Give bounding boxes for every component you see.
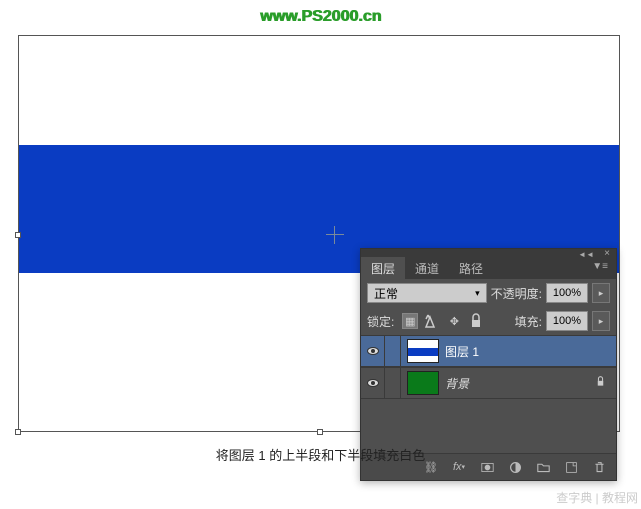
lock-all-icon[interactable] bbox=[468, 313, 484, 329]
layer-thumbnail-1[interactable] bbox=[407, 339, 439, 363]
tab-paths[interactable]: 路径 bbox=[449, 257, 493, 279]
eye-icon bbox=[367, 379, 379, 387]
link-col-bg bbox=[385, 368, 401, 398]
opacity-slider-button[interactable]: ▸ bbox=[592, 283, 610, 303]
tab-layers[interactable]: 图层 bbox=[361, 257, 405, 279]
collapse-icon[interactable]: ◄◄ bbox=[578, 250, 594, 259]
lock-icon bbox=[595, 376, 606, 390]
visibility-toggle-bg[interactable] bbox=[361, 368, 385, 398]
layer-row-background[interactable]: 背景 bbox=[361, 367, 616, 399]
selection-handle-left[interactable] bbox=[15, 232, 21, 238]
panel-titlebar[interactable]: ◄◄ × bbox=[361, 249, 616, 257]
close-icon[interactable]: × bbox=[604, 248, 610, 259]
layer-row-1[interactable]: 图层 1 bbox=[361, 335, 616, 367]
blend-mode-value: 正常 bbox=[374, 285, 398, 302]
eye-icon bbox=[367, 347, 379, 355]
header-url: www.PS2000.cn bbox=[0, 0, 641, 38]
fill-value[interactable]: 100% bbox=[546, 311, 588, 331]
fill-label: 填充: bbox=[515, 313, 542, 330]
fill-slider-button[interactable]: ▸ bbox=[592, 311, 610, 331]
visibility-toggle-1[interactable] bbox=[361, 336, 385, 366]
lock-transparency-icon[interactable]: ▦ bbox=[402, 313, 418, 329]
panel-tabs: 图层 通道 路径 ▼≡ bbox=[361, 257, 616, 279]
caption-text: 将图层 1 的上半段和下半段填充白色 bbox=[0, 445, 641, 464]
opacity-label: 不透明度: bbox=[491, 285, 542, 302]
lock-fill-row: 锁定: ▦ ✥ 填充: 100% ▸ bbox=[361, 307, 616, 335]
lock-label: 锁定: bbox=[367, 313, 394, 330]
layer-name-1[interactable]: 图层 1 bbox=[445, 343, 479, 360]
lock-image-icon[interactable] bbox=[424, 313, 440, 329]
blend-mode-select[interactable]: 正常 ▾ bbox=[367, 283, 487, 303]
blend-opacity-row: 正常 ▾ 不透明度: 100% ▸ bbox=[361, 279, 616, 307]
selection-handle-bottom-mid[interactable] bbox=[317, 429, 323, 435]
lock-icons-group: ▦ ✥ bbox=[398, 313, 484, 329]
selection-handle-bottom-left[interactable] bbox=[15, 429, 21, 435]
layer-thumbnail-bg[interactable] bbox=[407, 371, 439, 395]
layer-list: 图层 1 背景 bbox=[361, 335, 616, 453]
link-col-1 bbox=[385, 336, 401, 366]
lock-position-icon[interactable]: ✥ bbox=[446, 313, 462, 329]
chevron-down-icon: ▾ bbox=[475, 288, 480, 299]
opacity-value[interactable]: 100% bbox=[546, 283, 588, 303]
watermark: 查字典 | 教程网 bbox=[556, 489, 638, 506]
panel-menu-icon[interactable]: ▼≡ bbox=[584, 257, 616, 279]
tab-channels[interactable]: 通道 bbox=[405, 257, 449, 279]
layer-name-bg[interactable]: 背景 bbox=[445, 375, 469, 392]
crosshair-cursor bbox=[326, 226, 344, 244]
